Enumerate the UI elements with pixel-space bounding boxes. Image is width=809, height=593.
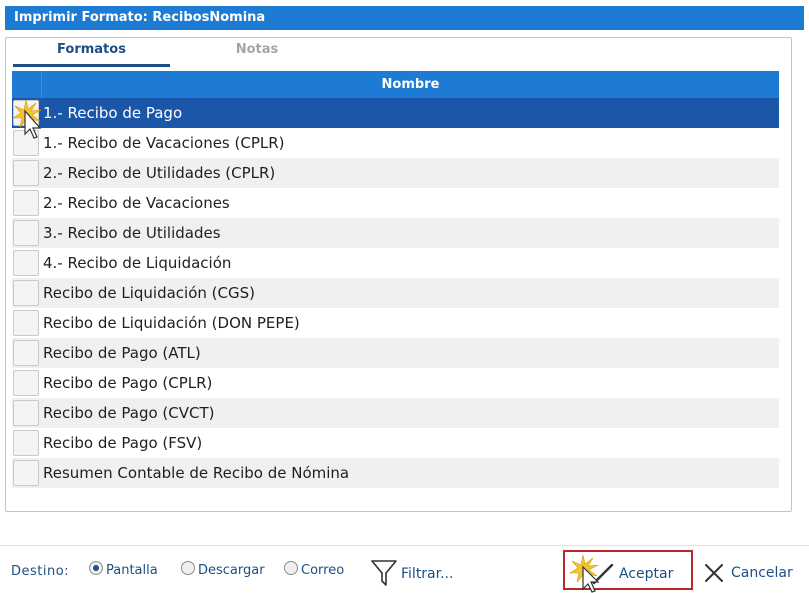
row-label: 4.- Recibo de Liquidación: [43, 254, 232, 272]
row-label: Recibo de Pago (ATL): [43, 344, 201, 362]
table-row[interactable]: 1.- Recibo de Vacaciones (CPLR): [12, 128, 779, 158]
row-checkbox[interactable]: [13, 100, 39, 126]
row-checkbox[interactable]: [13, 130, 39, 156]
formats-grid: Nombre 1.- Recibo de Pago 1.- Recibo de …: [12, 71, 779, 488]
table-row[interactable]: Recibo de Pago (CVCT): [12, 398, 779, 428]
row-checkbox[interactable]: [13, 280, 39, 306]
row-checkbox[interactable]: [13, 310, 39, 336]
filter-button[interactable]: Filtrar...: [370, 557, 470, 587]
tab-formatos[interactable]: Formatos: [13, 38, 170, 67]
row-checkbox[interactable]: [13, 400, 39, 426]
row-label: Recibo de Liquidación (CGS): [43, 284, 255, 302]
radio-label: Descargar: [198, 563, 265, 578]
tab-notas[interactable]: Notas: [182, 38, 332, 64]
row-label: Recibo de Liquidación (DON PEPE): [43, 314, 300, 332]
table-row[interactable]: 1.- Recibo de Pago: [12, 98, 779, 128]
footer-divider: [0, 545, 809, 546]
row-label: Recibo de Pago (FSV): [43, 434, 203, 452]
tab-bar: Formatos Notas: [6, 38, 791, 67]
window-title: Imprimir Formato: RecibosNomina: [5, 6, 804, 30]
table-row[interactable]: Recibo de Pago (FSV): [12, 428, 779, 458]
radio-dot: [181, 561, 195, 575]
row-label: 3.- Recibo de Utilidades: [43, 224, 221, 242]
destination-label: Destino:: [11, 564, 70, 579]
accept-button[interactable]: Aceptar: [563, 550, 693, 593]
grid-header: Nombre: [12, 71, 779, 98]
row-checkbox[interactable]: [13, 250, 39, 276]
row-label: 1.- Recibo de Pago: [43, 104, 183, 122]
row-checkbox[interactable]: [13, 160, 39, 186]
table-row[interactable]: 3.- Recibo de Utilidades: [12, 218, 779, 248]
select-column-header: [12, 71, 42, 98]
cancel-label: Cancelar: [731, 565, 793, 581]
row-checkbox[interactable]: [13, 220, 39, 246]
row-label: Recibo de Pago (CPLR): [43, 374, 213, 392]
accept-label: Aceptar: [619, 566, 674, 582]
radio-dot: [89, 561, 103, 575]
table-row[interactable]: 4.- Recibo de Liquidación: [12, 248, 779, 278]
table-row[interactable]: 2.- Recibo de Vacaciones: [12, 188, 779, 218]
row-label: Recibo de Pago (CVCT): [43, 404, 215, 422]
radio-dot: [284, 561, 298, 575]
footer-bar: Destino: Pantalla Descargar Correo Filtr…: [0, 550, 809, 593]
table-row[interactable]: Recibo de Liquidación (CGS): [12, 278, 779, 308]
table-row[interactable]: 2.- Recibo de Utilidades (CPLR): [12, 158, 779, 188]
row-label: Resumen Contable de Recibo de Nómina: [43, 464, 350, 482]
column-header-nombre[interactable]: Nombre: [42, 71, 779, 98]
row-label: 2.- Recibo de Utilidades (CPLR): [43, 164, 276, 182]
cancel-button[interactable]: Cancelar: [703, 559, 803, 589]
row-checkbox[interactable]: [13, 370, 39, 396]
row-checkbox[interactable]: [13, 190, 39, 216]
filter-label: Filtrar...: [401, 566, 454, 582]
row-label: 2.- Recibo de Vacaciones: [43, 194, 230, 212]
click-burst-cursor-icon: [569, 554, 600, 593]
row-checkbox[interactable]: [13, 430, 39, 456]
close-icon: [705, 564, 723, 582]
table-row[interactable]: Recibo de Pago (CPLR): [12, 368, 779, 398]
row-checkbox[interactable]: [13, 460, 39, 486]
table-row[interactable]: Recibo de Pago (ATL): [12, 338, 779, 368]
radio-label: Correo: [301, 563, 345, 578]
formats-panel: Formatos Notas Nombre 1.- Recibo de Pago…: [5, 37, 792, 512]
row-label: 1.- Recibo de Vacaciones (CPLR): [43, 134, 285, 152]
table-row[interactable]: Resumen Contable de Recibo de Nómina: [12, 458, 779, 488]
table-row[interactable]: Recibo de Liquidación (DON PEPE): [12, 308, 779, 338]
radio-label: Pantalla: [106, 563, 158, 578]
filter-icon: [371, 560, 397, 586]
row-checkbox[interactable]: [13, 340, 39, 366]
